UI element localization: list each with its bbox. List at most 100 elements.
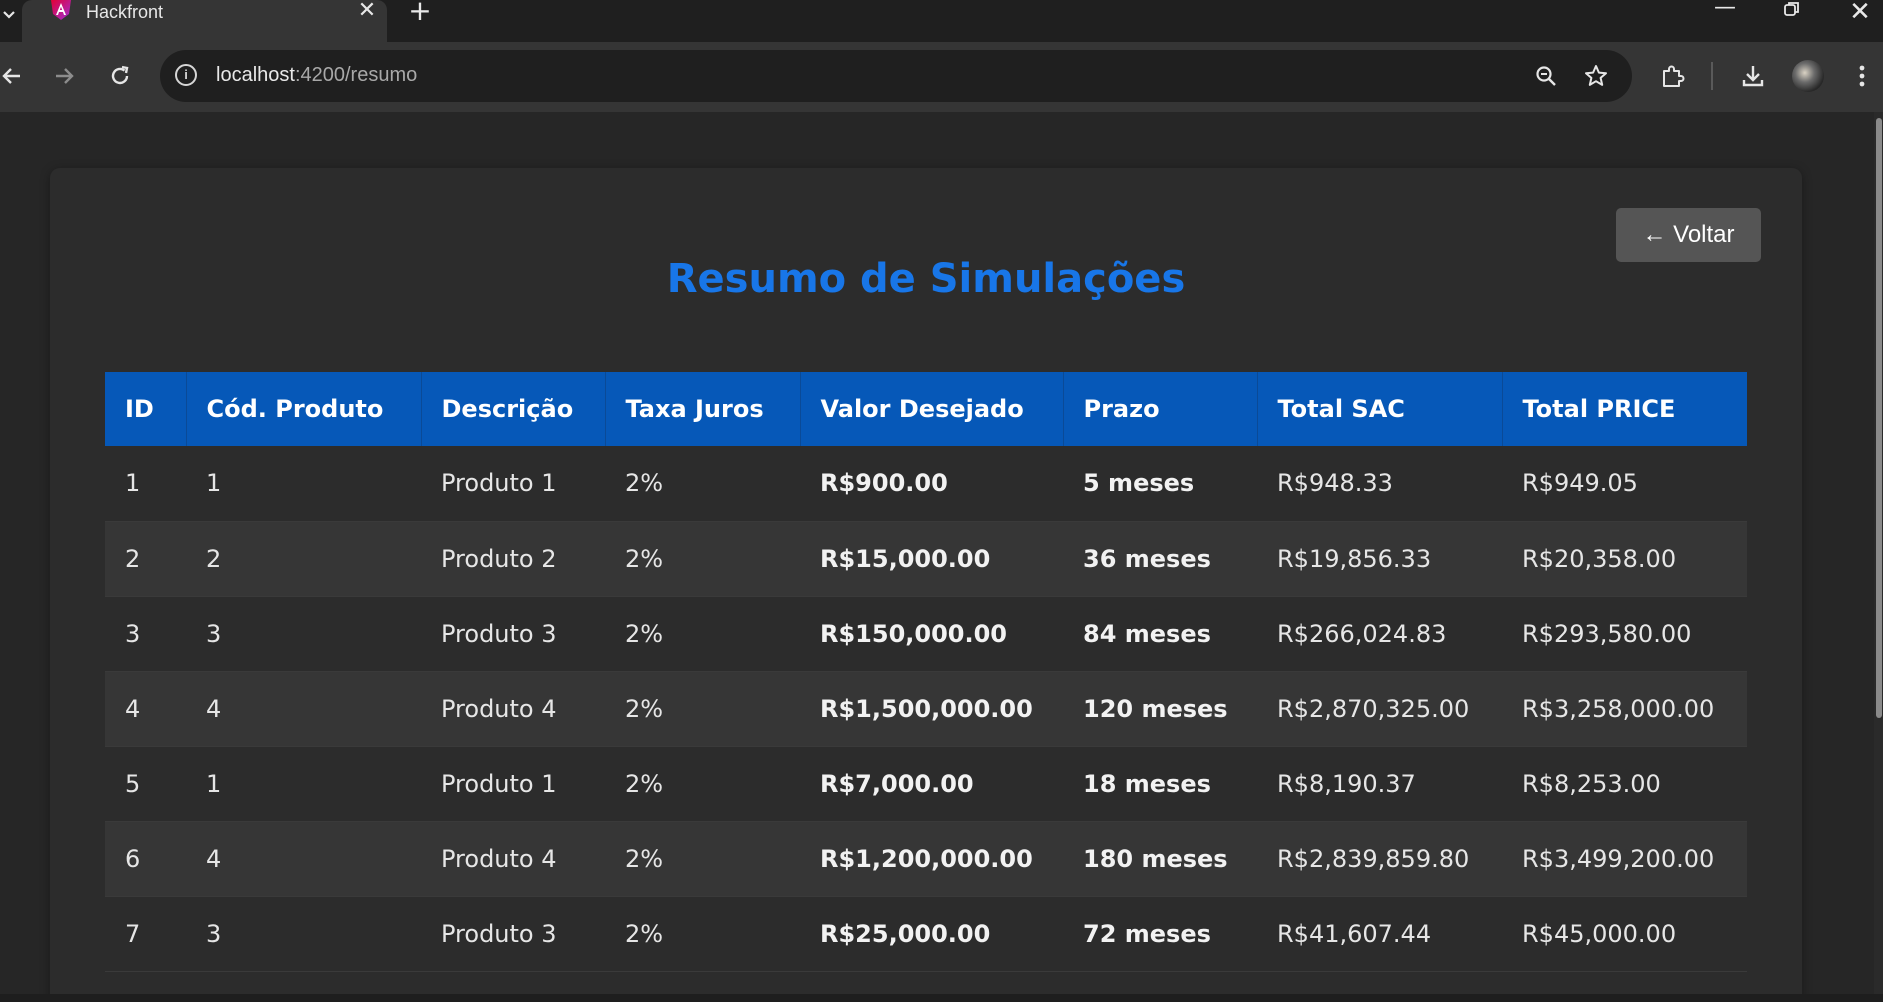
cell-id: 4 [105, 671, 186, 747]
cell-taxa-juros: 2% [605, 896, 800, 972]
table-row: 7 3 Produto 3 2% R$25,000.00 72 meses R$… [105, 896, 1747, 972]
cell-prazo: 72 meses [1063, 896, 1257, 972]
cell-cod-produto: 2 [186, 521, 421, 597]
column-header-valor-desejado[interactable]: Valor Desejado [800, 372, 1064, 446]
cell-taxa-juros: 2% [605, 746, 800, 822]
cell-total-price: R$3,258,000.00 [1502, 671, 1747, 747]
cell-prazo: 36 meses [1063, 521, 1257, 597]
url-path: :4200/resumo [294, 64, 418, 86]
cell-id: 3 [105, 596, 186, 672]
table-row: 5 1 Produto 1 2% R$7,000.00 18 meses R$8… [105, 746, 1747, 822]
toolbar-divider [1711, 62, 1713, 90]
cell-total-price: R$8,253.00 [1502, 746, 1747, 822]
window-bottom-edge [0, 994, 1883, 1002]
cell-prazo: 180 meses [1063, 821, 1257, 897]
column-header-descricao[interactable]: Descrição [421, 372, 606, 446]
cell-descricao: Produto 1 [421, 446, 605, 522]
cell-valor-desejado: R$900.00 [800, 446, 1063, 522]
cell-taxa-juros: 2% [605, 446, 800, 522]
cell-total-price: R$949.05 [1502, 446, 1747, 522]
window-restore-icon[interactable] [1772, 0, 1812, 24]
site-info-icon[interactable]: i [175, 64, 197, 86]
table-row: 2 2 Produto 2 2% R$15,000.00 36 meses R$… [105, 521, 1747, 597]
cell-cod-produto: 1 [186, 746, 421, 822]
zoom-icon[interactable] [1530, 60, 1562, 92]
cell-cod-produto: 3 [186, 896, 421, 972]
cell-total-price: R$3,499,200.00 [1502, 821, 1747, 897]
table-row: 6 4 Produto 4 2% R$1,200,000.00 180 mese… [105, 821, 1747, 897]
cell-id: 1 [105, 446, 186, 522]
cell-id: 6 [105, 821, 186, 897]
cell-total-sac: R$266,024.83 [1257, 596, 1502, 672]
cell-valor-desejado: R$1,500,000.00 [800, 671, 1063, 747]
column-header-taxa-juros[interactable]: Taxa Juros [605, 372, 801, 446]
cell-total-price: R$293,580.00 [1502, 596, 1747, 672]
cell-total-price: R$20,358.00 [1502, 521, 1747, 597]
table-header-row: ID Cód. Produto Descrição Taxa Juros Val… [105, 372, 1747, 446]
cell-total-sac: R$41,607.44 [1257, 896, 1502, 972]
column-header-id[interactable]: ID [105, 372, 187, 446]
cell-taxa-juros: 2% [605, 821, 800, 897]
cell-valor-desejado: R$25,000.00 [800, 896, 1063, 972]
new-tab-icon[interactable]: + [405, 0, 435, 25]
column-header-total-price[interactable]: Total PRICE [1502, 372, 1747, 446]
cell-valor-desejado: R$7,000.00 [800, 746, 1063, 822]
cell-valor-desejado: R$1,200,000.00 [800, 821, 1063, 897]
cell-cod-produto: 4 [186, 821, 421, 897]
cell-prazo: 18 meses [1063, 746, 1257, 822]
tab-close-icon[interactable]: ✕ [355, 0, 379, 24]
cell-descricao: Produto 4 [421, 821, 605, 897]
cell-prazo: 120 meses [1063, 671, 1257, 747]
cell-prazo: 5 meses [1063, 446, 1257, 522]
cell-taxa-juros: 2% [605, 671, 800, 747]
cell-total-sac: R$2,870,325.00 [1257, 671, 1502, 747]
bookmark-star-icon[interactable] [1580, 60, 1612, 92]
cell-taxa-juros: 2% [605, 596, 800, 672]
column-header-total-sac[interactable]: Total SAC [1257, 372, 1503, 446]
cell-total-sac: R$19,856.33 [1257, 521, 1502, 597]
profile-avatar[interactable] [1792, 60, 1824, 92]
cell-cod-produto: 4 [186, 671, 421, 747]
cell-valor-desejado: R$150,000.00 [800, 596, 1063, 672]
cell-descricao: Produto 3 [421, 596, 605, 672]
cell-cod-produto: 1 [186, 446, 421, 522]
forward-arrow-icon[interactable] [46, 58, 82, 94]
tab-title: Hackfront [86, 2, 164, 22]
cell-id: 7 [105, 896, 186, 972]
back-button[interactable]: ← Voltar [1616, 208, 1761, 262]
back-arrow-icon[interactable] [0, 58, 30, 94]
url-text[interactable]: localhost:4200/resumo [216, 60, 417, 90]
table-row: 4 4 Produto 4 2% R$1,500,000.00 120 mese… [105, 671, 1747, 747]
reload-icon[interactable] [102, 58, 138, 94]
cell-prazo: 84 meses [1063, 596, 1257, 672]
cell-descricao: Produto 2 [421, 521, 605, 597]
table-row: 3 3 Produto 3 2% R$150,000.00 84 meses R… [105, 596, 1747, 672]
cell-total-price: R$45,000.00 [1502, 896, 1747, 972]
cell-total-sac: R$2,839,859.80 [1257, 821, 1502, 897]
column-header-prazo[interactable]: Prazo [1063, 372, 1258, 446]
browser-menu-icon[interactable] [1852, 60, 1872, 92]
table-row: 1 1 Produto 1 2% R$900.00 5 meses R$948.… [105, 446, 1747, 522]
cell-descricao: Produto 1 [421, 746, 605, 822]
cell-total-sac: R$8,190.37 [1257, 746, 1502, 822]
page-title: Resumo de Simulações [666, 256, 1186, 302]
tab-search-chevron-icon[interactable] [0, 0, 18, 30]
cell-descricao: Produto 4 [421, 671, 605, 747]
simulations-table: ID Cód. Produto Descrição Taxa Juros Val… [105, 372, 1747, 972]
angular-logo-icon [50, 0, 72, 20]
scrollbar-thumb[interactable] [1876, 118, 1882, 718]
url-host: localhost [216, 64, 295, 86]
cell-id: 2 [105, 521, 186, 597]
browser-tab[interactable]: Hackfront ✕ [22, 0, 387, 42]
cell-descricao: Produto 3 [421, 896, 605, 972]
window-minimize-icon[interactable]: — [1705, 0, 1745, 24]
cell-id: 5 [105, 746, 186, 822]
download-icon[interactable] [1737, 60, 1769, 92]
cell-taxa-juros: 2% [605, 521, 800, 597]
window-close-icon[interactable]: ✕ [1840, 0, 1880, 25]
column-header-cod-produto[interactable]: Cód. Produto [186, 372, 422, 446]
tab-strip: Hackfront ✕ + — ✕ [0, 0, 1883, 42]
extensions-icon[interactable] [1657, 60, 1689, 92]
cell-cod-produto: 3 [186, 596, 421, 672]
cell-total-sac: R$948.33 [1257, 446, 1502, 522]
